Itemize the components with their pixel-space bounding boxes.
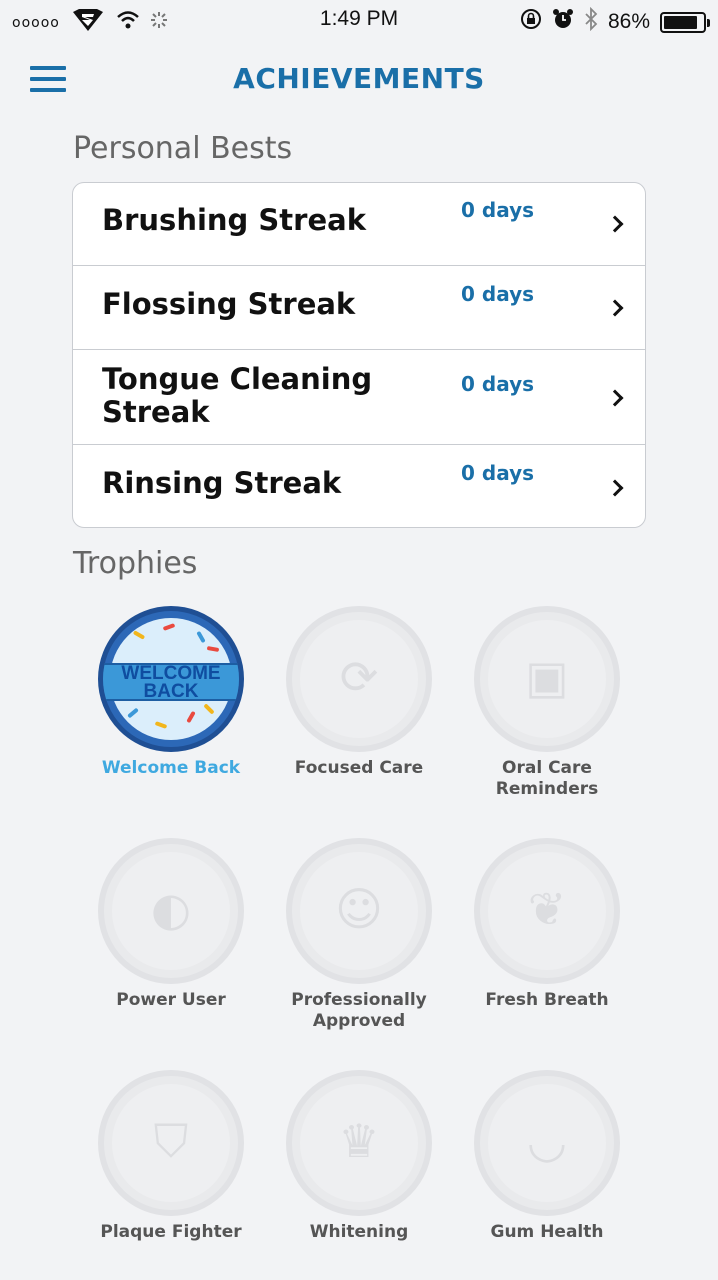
battery-icon (660, 11, 710, 33)
section-title-trophies: Trophies (73, 546, 198, 581)
streak-row-tongue-cleaning[interactable]: Tongue Cleaning Streak 0 days (73, 350, 645, 445)
trophy-label: Professionally Approved (291, 990, 427, 1031)
battery-percent: 86% (607, 10, 650, 33)
chevron-right-icon (606, 389, 624, 407)
fresh-breath-badge-icon: ❦ (474, 838, 620, 984)
header: ACHIEVEMENTS (0, 52, 718, 108)
personal-bests-card: Brushing Streak 0 days Flossing Streak 0… (72, 182, 646, 528)
page-title: ACHIEVEMENTS (233, 62, 485, 95)
streak-value: 0 days (461, 461, 535, 485)
trophy-label: Oral Care Reminders (495, 758, 599, 799)
trophy-gum-health[interactable]: ◡ Gum Health (457, 1070, 637, 1243)
streak-label: Tongue Cleaning Streak (102, 362, 373, 429)
streak-row-rinsing[interactable]: Rinsing Streak 0 days (73, 445, 645, 527)
welcome-back-badge-icon: WELCOME BACK (98, 606, 244, 752)
streak-label: Rinsing Streak (102, 466, 342, 500)
alarm-icon (552, 8, 574, 36)
trophy-focused-care[interactable]: ⟳ Focused Care (269, 606, 449, 779)
trophy-plaque-fighter[interactable]: ⛉ Plaque Fighter (81, 1070, 261, 1243)
bluetooth-icon (584, 6, 598, 37)
power-user-badge-icon: ◐ (98, 838, 244, 984)
chevron-right-icon (606, 479, 624, 497)
status-bar: ooooo 1:49 PM 86% (0, 0, 718, 40)
rotation-lock-icon (520, 8, 542, 36)
streak-value: 0 days (461, 372, 535, 396)
streak-row-brushing[interactable]: Brushing Streak 0 days (73, 183, 645, 266)
professionally-approved-badge-icon: ☺ (286, 838, 432, 984)
trophy-whitening[interactable]: ♛ Whitening (269, 1070, 449, 1243)
trophy-label: Plaque Fighter (100, 1222, 242, 1242)
trophy-welcome-back[interactable]: WELCOME BACK Welcome Back (81, 606, 261, 779)
trophy-oral-care-reminders[interactable]: ▣ Oral Care Reminders (457, 606, 637, 800)
trophy-professionally-approved[interactable]: ☺ Professionally Approved (269, 838, 449, 1032)
trophy-fresh-breath[interactable]: ❦ Fresh Breath (457, 838, 637, 1011)
trophy-label: Power User (116, 990, 226, 1010)
plaque-fighter-badge-icon: ⛉ (98, 1070, 244, 1216)
trophy-power-user[interactable]: ◐ Power User (81, 838, 261, 1011)
badge-text: WELCOME BACK (121, 663, 221, 702)
streak-label: Brushing Streak (102, 203, 366, 237)
trophy-label: Welcome Back (101, 758, 241, 778)
tooth-badge-icon: ♛ (286, 1070, 432, 1216)
trophy-label: Fresh Breath (485, 990, 609, 1010)
oral-care-reminders-badge-icon: ▣ (474, 606, 620, 752)
battery-level (664, 15, 697, 29)
gum-health-badge-icon: ◡ (474, 1070, 620, 1216)
focused-care-badge-icon: ⟳ (286, 606, 432, 752)
trophy-label: Gum Health (490, 1222, 604, 1242)
chevron-right-icon (606, 299, 624, 317)
streak-value: 0 days (461, 198, 535, 222)
streak-label: Flossing Streak (102, 287, 356, 321)
trophy-label: Whitening (309, 1222, 409, 1242)
streak-value: 0 days (461, 282, 535, 306)
section-title-personal-bests: Personal Bests (73, 131, 293, 166)
trophy-label: Focused Care (294, 758, 424, 778)
chevron-right-icon (606, 215, 624, 233)
streak-row-flossing[interactable]: Flossing Streak 0 days (73, 266, 645, 350)
